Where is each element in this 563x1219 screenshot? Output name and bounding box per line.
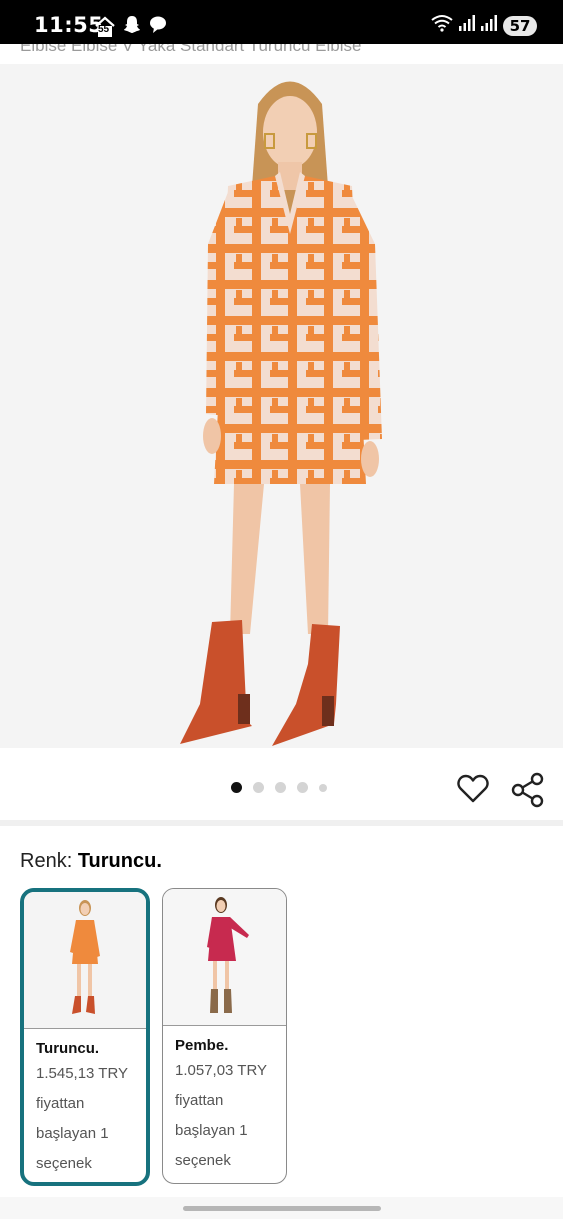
heart-icon: [457, 774, 489, 803]
favorite-button[interactable]: [456, 772, 490, 806]
variant-price: 1.545,13 TRY: [36, 1065, 129, 1082]
color-variant-pembe[interactable]: Pembe. 1.057,03 TRY fiyattan başlayan 1 …: [162, 888, 287, 1184]
signal-icon-2: [481, 15, 497, 36]
product-photo-model: [180, 81, 382, 746]
product-title-peek: Elbise Elbise V Yaka Standart Turuncu El…: [0, 44, 563, 64]
color-label: Renk:: [20, 850, 73, 872]
notification-badge: 55: [98, 23, 110, 35]
carousel-dot-1[interactable]: [231, 782, 242, 793]
selected-color: Turuncu.: [77, 850, 162, 872]
carousel-dots: [231, 782, 327, 793]
system-nav-bar: [0, 1197, 563, 1219]
product-image[interactable]: [0, 64, 563, 748]
carousel-dot-3[interactable]: [275, 782, 286, 793]
variant-price: 1.057,03 TRY: [175, 1062, 268, 1079]
variant-name: Turuncu.: [36, 1040, 100, 1057]
notification-icons: 55: [94, 14, 168, 39]
section-divider: [0, 820, 563, 826]
variant-info: Turuncu. 1.545,13 TRY fiyattan başlayan …: [24, 1029, 146, 1179]
variant-info: Pembe. 1.057,03 TRY fiyattan başlayan 1 …: [163, 1026, 286, 1176]
status-time: 11:55: [34, 13, 104, 37]
snapchat-icon: [122, 14, 142, 39]
home-notification-icon: 55: [94, 16, 116, 38]
chat-bubble-icon: [148, 14, 168, 39]
variant-thumbnail: [24, 892, 146, 1029]
signal-icon-1: [459, 15, 475, 36]
variant-line-1: fiyattan: [36, 1095, 85, 1112]
home-gesture-handle[interactable]: [183, 1206, 381, 1211]
variant-thumbnail: [163, 889, 286, 1026]
carousel-bar: [0, 748, 563, 820]
variant-name: Pembe.: [175, 1037, 229, 1054]
system-icons: 57: [431, 14, 537, 37]
carousel-dot-5[interactable]: [319, 783, 327, 792]
color-heading: Renk: Turuncu.: [20, 850, 162, 873]
variant-line-2: başlayan 1: [175, 1122, 248, 1139]
battery-indicator: 57: [503, 15, 537, 36]
variant-line-2: başlayan 1: [36, 1125, 109, 1142]
wifi-icon: [431, 14, 453, 37]
carousel-dot-2[interactable]: [253, 782, 264, 793]
share-icon: [511, 772, 544, 808]
variant-line-3: seçenek: [175, 1152, 231, 1169]
variant-line-3: seçenek: [36, 1155, 92, 1172]
color-variant-turuncu[interactable]: Turuncu. 1.545,13 TRY fiyattan başlayan …: [20, 888, 150, 1186]
product-title: Elbise Elbise V Yaka Standart Turuncu El…: [20, 44, 362, 55]
status-bar: 11:55 55 57: [0, 0, 563, 44]
variant-line-1: fiyattan: [175, 1092, 224, 1109]
share-button[interactable]: [510, 772, 546, 808]
carousel-dot-4[interactable]: [297, 782, 308, 793]
